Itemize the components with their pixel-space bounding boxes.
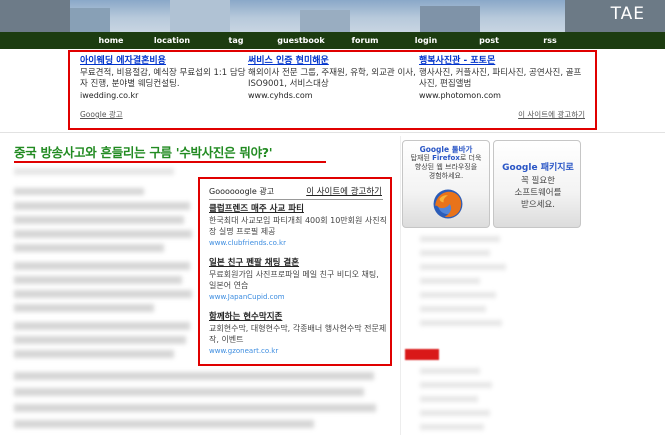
building-image [0, 0, 70, 32]
blurred-text [14, 202, 190, 210]
building-image [170, 0, 230, 32]
blurred-sidebar-text [420, 250, 490, 256]
content-divider [0, 132, 665, 133]
header-banner: TAE [0, 0, 665, 32]
blurred-text [14, 372, 374, 380]
ad-description: 행사사진, 커플사진, 파티사진, 공연사진, 골프사진, 편집앨범 [419, 68, 582, 89]
ad-item: 함께하는 현수막지존 교회현수막, 대형현수막, 각종배너 행사현수막 전문제작… [209, 312, 387, 356]
building-image [420, 6, 480, 32]
nav-guestbook[interactable]: guestbook [274, 32, 328, 49]
ad-title-link[interactable]: 행복사진관 - 포토몬 [419, 56, 587, 67]
blurred-text [14, 290, 192, 298]
firefox-promo[interactable]: Google 툴바가 탑재된 Firefox로 더욱 향상된 웹 브라우징을 경… [402, 140, 490, 228]
blurred-text [14, 244, 164, 252]
ad-url[interactable]: iwedding.co.kr [80, 90, 248, 101]
google-pack-promo[interactable]: Google 패키지로 꼭 필요한 소프트웨어를 받으세요. [493, 140, 581, 228]
blurred-text [14, 230, 192, 238]
nav-tag[interactable]: tag [222, 32, 250, 49]
ad-item: 써비스 인증 현미해운 해외이사 전문 그룹, 주재원, 유학, 외교관 이사,… [248, 56, 416, 101]
inline-ad-block: Goooooogle 광고 이 사이트에 광고하기 클럽프렌즈 매주 사교 파티… [198, 177, 392, 366]
blurred-text [14, 276, 182, 284]
ad-item: 행복사진관 - 포토몬 행사사진, 커플사진, 파티사진, 공연사진, 골프사진… [419, 56, 587, 101]
blurred-sidebar-text [420, 382, 492, 388]
ad-url[interactable]: www.cyhds.com [248, 90, 416, 101]
ad-title-link[interactable]: 함께하는 현수막지존 [209, 312, 387, 323]
promo-text: 탑재된 Firefox로 더욱 [410, 154, 482, 162]
ad-description: 무료회원가입 사진프로파일 메일 친구 비디오 채팅, 일본어 연습 [209, 270, 379, 290]
ad-item: 클럽프렌즈 매주 사교 파티 한국최대 사교모임 파티개최 400회 10만회원… [209, 204, 387, 248]
ad-description: 해외이사 전문 그룹, 주재원, 유학, 외교관 이사, ISO9001, 서비… [248, 68, 416, 89]
ad-url[interactable]: www.photomon.com [419, 90, 587, 101]
nav-home[interactable]: home [88, 32, 134, 49]
blurred-text [14, 188, 144, 195]
post-title: 중국 방송사고와 흔들리는 구름 '수박사진은 뭐야?' [14, 144, 326, 166]
ad-description: 한국최대 사교모임 파티개최 400회 10만회원 사진직장 실명 프로필 제공 [209, 216, 388, 236]
main-nav: home location tag guestbook forum login … [0, 32, 665, 49]
advertise-here-link[interactable]: 이 사이트에 광고하기 [306, 185, 382, 197]
ad-separator [209, 199, 383, 200]
ad-url[interactable]: www.clubfriends.co.kr [209, 238, 387, 248]
google-ads-label[interactable]: Google 광고 [80, 109, 123, 120]
ad-url[interactable]: www.gzoneart.co.kr [209, 346, 387, 356]
blurred-text [14, 420, 314, 428]
promo-text: 꼭 필요한 소프트웨어를 받으세요. [514, 176, 562, 210]
advertise-here-link[interactable]: 이 사이트에 광고하기 [518, 109, 585, 120]
post-title-highlight [14, 161, 326, 163]
ad-item: 일본 친구 펜팔 채팅 결혼 무료회원가입 사진프로파일 메일 친구 비디오 채… [209, 258, 387, 302]
promo-text: 경험하세요. [428, 172, 464, 180]
top-ad-block: 아이웨딩 에자결혼비용 무료견적, 비용절감, 예식장 무료섭외 1:1 담당자… [68, 50, 597, 130]
blurred-sidebar-text [420, 278, 480, 284]
google-ads-label: Goooooogle 광고 [209, 187, 275, 196]
blurred-sidebar-text [420, 424, 484, 430]
nav-location[interactable]: location [148, 32, 196, 49]
brand-logo: TAE [610, 4, 645, 24]
blurred-sidebar-text [420, 320, 502, 326]
sidebar-divider [400, 136, 401, 435]
ad-url[interactable]: www.JapanCupid.com [209, 292, 387, 302]
promo-title: Google 툴바가 [419, 145, 473, 154]
nav-rss[interactable]: rss [537, 32, 563, 49]
blurred-text [14, 336, 186, 344]
blurred-text [14, 216, 184, 224]
ad-description: 교회현수막, 대형현수막, 각종배너 행사현수막 전문제작, 이벤트 [209, 324, 387, 344]
sidebar-red-marker [405, 349, 439, 360]
blurred-text [14, 404, 376, 412]
promo-text: 향상된 웹 브라우징을 [414, 163, 478, 171]
promo-title: Google 패키지로 [502, 163, 574, 173]
ad-title-link[interactable]: 써비스 인증 현미해운 [248, 56, 416, 67]
blurred-sidebar-text [420, 236, 500, 242]
blurred-text [14, 350, 174, 358]
nav-login[interactable]: login [408, 32, 444, 49]
blurred-sidebar-text [420, 264, 506, 270]
blurred-text [14, 388, 364, 396]
ad-item: 아이웨딩 에자결혼비용 무료견적, 비용절감, 예식장 무료섭외 1:1 담당자… [80, 56, 248, 101]
building-image [70, 8, 110, 32]
ad-description: 무료견적, 비용절감, 예식장 무료섭외 1:1 담당자 진행, 분야별 웨딩컨… [80, 68, 246, 89]
blurred-text [14, 262, 190, 270]
nav-post[interactable]: post [474, 32, 504, 49]
firefox-icon [433, 189, 463, 219]
blurred-sidebar-text [420, 396, 478, 402]
ad-title-link[interactable]: 아이웨딩 에자결혼비용 [80, 56, 248, 67]
post-title-text[interactable]: 중국 방송사고와 흔들리는 구름 '수박사진은 뭐야?' [14, 144, 326, 161]
ad-title-link[interactable]: 클럽프렌즈 매주 사교 파티 [209, 204, 387, 215]
ad-title-link[interactable]: 일본 친구 펜팔 채팅 결혼 [209, 258, 387, 269]
blurred-text [14, 322, 190, 330]
blurred-sidebar-text [420, 306, 486, 312]
blurred-meta [14, 168, 174, 175]
building-image [300, 10, 350, 32]
blurred-sidebar-text [420, 410, 490, 416]
blurred-sidebar-text [420, 292, 496, 298]
blurred-sidebar-text [420, 368, 480, 374]
nav-forum[interactable]: forum [346, 32, 384, 49]
blurred-text [14, 304, 154, 312]
